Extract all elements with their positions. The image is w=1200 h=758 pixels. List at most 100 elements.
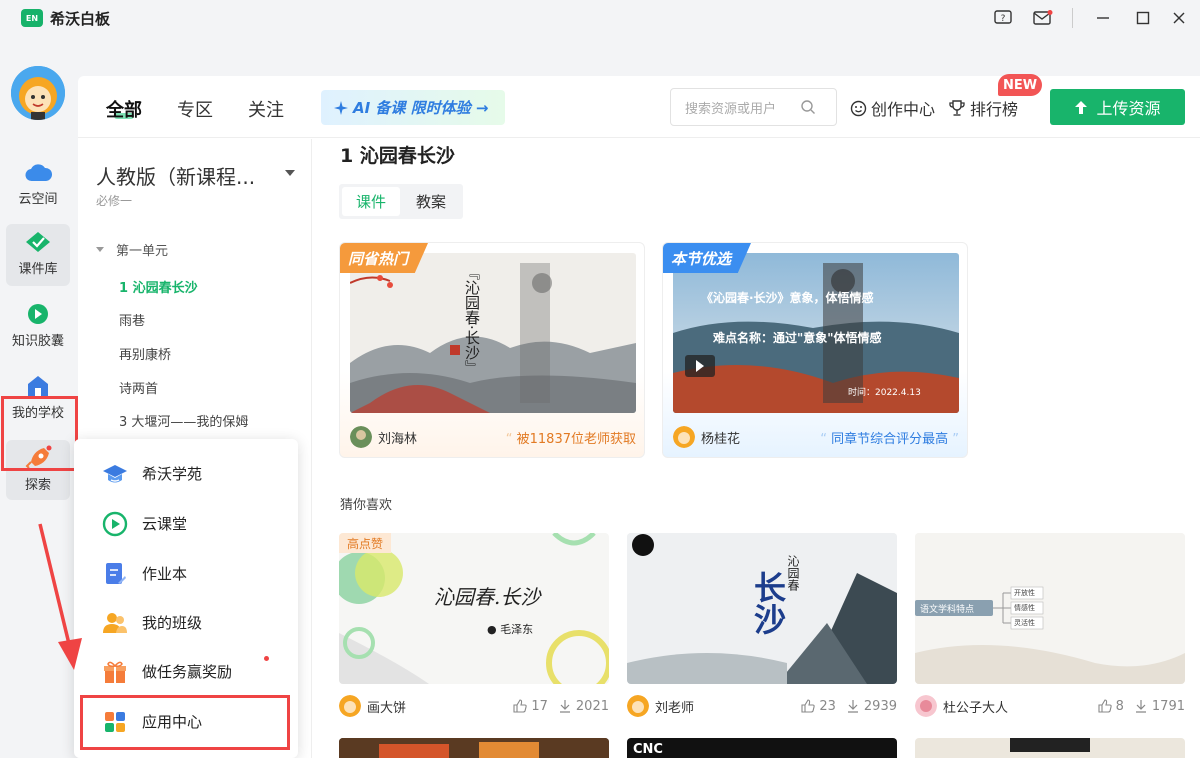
- menu-item-tasks-rewards[interactable]: 做任务赢奖励: [74, 647, 298, 696]
- app-center-highlight-box: [80, 695, 290, 750]
- notification-dot: [264, 656, 269, 661]
- mindmap-branch: 灵活性: [1014, 619, 1035, 627]
- resource-card[interactable]: 长沙 沁园春: [627, 533, 897, 684]
- menu-item-cloud-class[interactable]: 云课堂: [74, 499, 298, 548]
- card-footer: 杨桂花 “ 同章节综合评分最高 ”: [673, 425, 959, 449]
- explore-highlight-box: [1, 396, 78, 471]
- tab-zone[interactable]: 专区: [177, 96, 213, 122]
- tab-all[interactable]: 全部: [106, 96, 142, 122]
- author-name[interactable]: 刘老师: [655, 697, 694, 716]
- leaderboard-button[interactable]: 排行榜: [948, 96, 1018, 120]
- tag-badge: 同省热门: [340, 243, 429, 273]
- leaderboard-label: 排行榜: [970, 100, 1019, 119]
- featured-card[interactable]: 《沁园春·长沙》意象，体悟情感 难点名称：通过"意象"体悟情感 时间：2022.…: [662, 242, 968, 458]
- resource-card[interactable]: CNC: [627, 738, 897, 758]
- card-stats: 8 1791: [1098, 699, 1185, 714]
- download-icon[interactable]: [558, 699, 572, 713]
- maximize-icon[interactable]: [1131, 6, 1155, 30]
- download-icon[interactable]: [846, 699, 860, 713]
- chevron-down-icon[interactable]: [285, 170, 295, 176]
- school-icon: [24, 374, 52, 398]
- section-title: 猜你喜欢: [340, 498, 393, 513]
- download-count: 2939: [863, 698, 897, 714]
- thumbnail-side-text: 沁园春: [786, 555, 800, 591]
- search-icon[interactable]: [800, 99, 816, 119]
- resource-card[interactable]: 语文学科特点 开放性 情感性 灵活性: [915, 533, 1185, 684]
- ai-banner-button[interactable]: AI 备课 限时体验 →: [321, 90, 505, 125]
- help-icon[interactable]: ?: [991, 6, 1015, 30]
- top-nav: 全部 专区 关注 AI 备课 限时体验 → 搜索资源或用户 创作中心 排行榜 N…: [78, 74, 1200, 138]
- download-icon[interactable]: [1134, 699, 1148, 713]
- play-circle-icon: [102, 511, 128, 537]
- card-footer: 画大饼 17 2021: [339, 693, 609, 719]
- thumbnail-line: 《沁园春·长沙》意象，体悟情感: [701, 291, 874, 305]
- thumbs-up-icon[interactable]: [801, 699, 816, 713]
- book-selector[interactable]: 人教版（新课程...: [96, 161, 255, 190]
- upload-resource-label: 上传资源: [1096, 99, 1161, 118]
- sparkle-icon: [334, 100, 348, 115]
- sidebar-item-knowledge-capsule[interactable]: 知识胶囊: [6, 296, 70, 358]
- tag-badge: 本节优选: [663, 243, 752, 273]
- mindmap-root: 语文学科特点: [920, 605, 975, 615]
- card-stats: 23 2939: [801, 699, 897, 714]
- menu-item-label: 做任务赢奖励: [142, 663, 233, 681]
- resource-card[interactable]: [915, 738, 1185, 758]
- mail-icon[interactable]: [1031, 6, 1055, 30]
- avatar: [627, 695, 649, 717]
- menu-item-label: 希沃学苑: [142, 465, 203, 483]
- svg-text:?: ?: [1001, 14, 1006, 24]
- featured-thumbnail: 『沁园春·长沙』: [350, 253, 636, 413]
- cloud-icon: [24, 160, 52, 184]
- menu-item-my-class[interactable]: 我的班级: [74, 598, 298, 647]
- card-footer: 刘老师 23 2939: [627, 693, 897, 719]
- thumbs-up-icon[interactable]: [1098, 699, 1112, 713]
- resource-card[interactable]: [339, 738, 609, 758]
- search-input[interactable]: 搜索资源或用户: [670, 88, 837, 126]
- thumbnail-date: 时间：2022.4.13: [848, 388, 921, 398]
- sidebar-item-cloud-space[interactable]: 云空间: [6, 154, 70, 216]
- book-subtitle: 必修一: [96, 194, 133, 208]
- create-center-button[interactable]: 创作中心: [850, 96, 935, 120]
- upload-resource-button[interactable]: 上传资源: [1050, 89, 1185, 125]
- tab-follow[interactable]: 关注: [248, 96, 284, 122]
- download-count: 1791: [1151, 698, 1185, 714]
- menu-item-label: 我的班级: [142, 614, 203, 632]
- thumbnail-title: 『沁园春·长沙』: [463, 265, 481, 375]
- close-icon[interactable]: [1167, 6, 1191, 30]
- author-name[interactable]: 画大饼: [367, 697, 406, 716]
- card-note: “ 同章节综合评分最高 ”: [820, 431, 959, 447]
- tab-courseware[interactable]: 课件: [342, 187, 400, 216]
- annotation-arrow-icon: [38, 523, 82, 670]
- lesson-title: 1 沁园春长沙: [340, 145, 455, 167]
- resource-card[interactable]: 高点赞 沁园春.长沙 ● 毛泽东: [339, 533, 609, 684]
- user-avatar[interactable]: [11, 66, 65, 120]
- unit-label: 第一单元: [116, 244, 169, 259]
- menu-item-seewo-academy[interactable]: 希沃学苑: [74, 449, 298, 498]
- lesson-item[interactable]: 再别康桥: [119, 344, 171, 363]
- sidebar-item-courseware[interactable]: 课件库: [6, 224, 70, 286]
- lesson-item[interactable]: 雨巷: [119, 310, 145, 329]
- avatar: [350, 426, 372, 448]
- thumbs-up-icon[interactable]: [513, 699, 528, 713]
- thumbnail-line: 难点名称：通过"意象"体悟情感: [713, 331, 882, 345]
- avatar: [673, 426, 695, 448]
- lesson-item[interactable]: 3 大堰河——我的保姆: [119, 411, 248, 430]
- like-count: 23: [819, 698, 836, 714]
- download-count: 2021: [575, 698, 609, 714]
- thumbnail-subtitle: ● 毛泽东: [487, 623, 534, 636]
- lesson-item[interactable]: 1 沁园春长沙: [119, 277, 198, 296]
- lesson-item[interactable]: 诗两首: [119, 378, 158, 397]
- author-name[interactable]: 杨桂花: [701, 428, 740, 447]
- author-name[interactable]: 刘海林: [378, 428, 417, 447]
- thumbnail-title: CNC: [633, 742, 663, 757]
- arrow-up-icon: [1075, 100, 1088, 114]
- minimize-icon[interactable]: [1091, 6, 1115, 30]
- author-name[interactable]: 杜公子大人: [943, 697, 1008, 716]
- app-logo-icon: EN: [21, 9, 43, 27]
- notebook-icon: [102, 561, 128, 587]
- menu-item-homework[interactable]: 作业本: [74, 549, 298, 598]
- featured-card[interactable]: 『沁园春·长沙』 同省热门 刘海林 “ 被11837位老师获取: [339, 242, 645, 458]
- unit-row[interactable]: 第一单元: [96, 240, 168, 259]
- tab-lesson-plan[interactable]: 教案: [402, 187, 460, 216]
- card-footer: 杜公子大人 8 1791: [915, 693, 1185, 719]
